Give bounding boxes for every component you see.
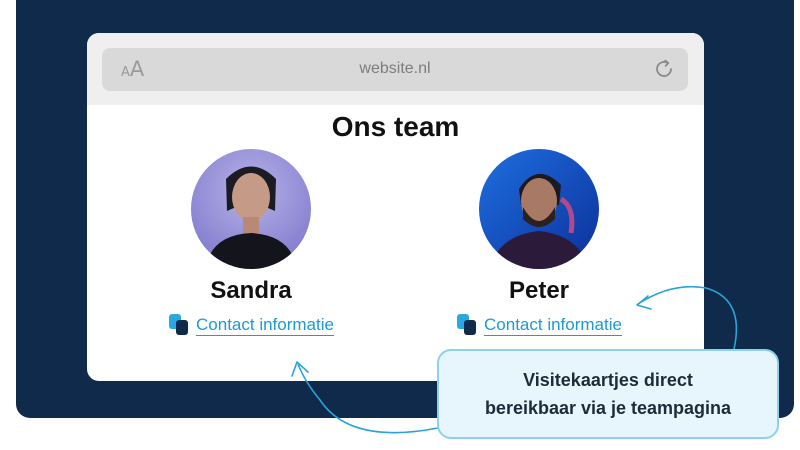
- team-member-peter: Peter Contact informatie: [429, 149, 649, 342]
- avatar-sandra: [191, 149, 311, 269]
- member-name: Peter: [508, 277, 570, 304]
- contact-info-link[interactable]: Contact informatie: [456, 313, 622, 337]
- browser-window: AA website.nl Ons team Sandra Contact in…: [87, 33, 704, 381]
- contact-info-label: Contact informatie: [484, 314, 622, 336]
- callout-box: Visitekaartjes direct bereikbaar via je …: [437, 349, 779, 439]
- browser-chrome: AA website.nl: [87, 33, 704, 105]
- contact-info-link[interactable]: Contact informatie: [168, 313, 334, 337]
- page-title: Ons team: [331, 111, 460, 142]
- address-bar[interactable]: AA website.nl: [102, 48, 688, 91]
- member-name: Sandra: [210, 277, 292, 304]
- callout-line-2: bereikbaar via je teampagina: [484, 398, 732, 418]
- callout-line-1: Visitekaartjes direct: [523, 370, 693, 390]
- business-card-icon: [168, 313, 190, 337]
- reload-icon[interactable]: [652, 57, 676, 81]
- business-card-icon: [456, 313, 478, 337]
- avatar-peter: [479, 149, 599, 269]
- contact-info-label: Contact informatie: [196, 314, 334, 336]
- team-member-sandra: Sandra Contact informatie: [141, 149, 361, 342]
- url-text[interactable]: website.nl: [102, 60, 688, 78]
